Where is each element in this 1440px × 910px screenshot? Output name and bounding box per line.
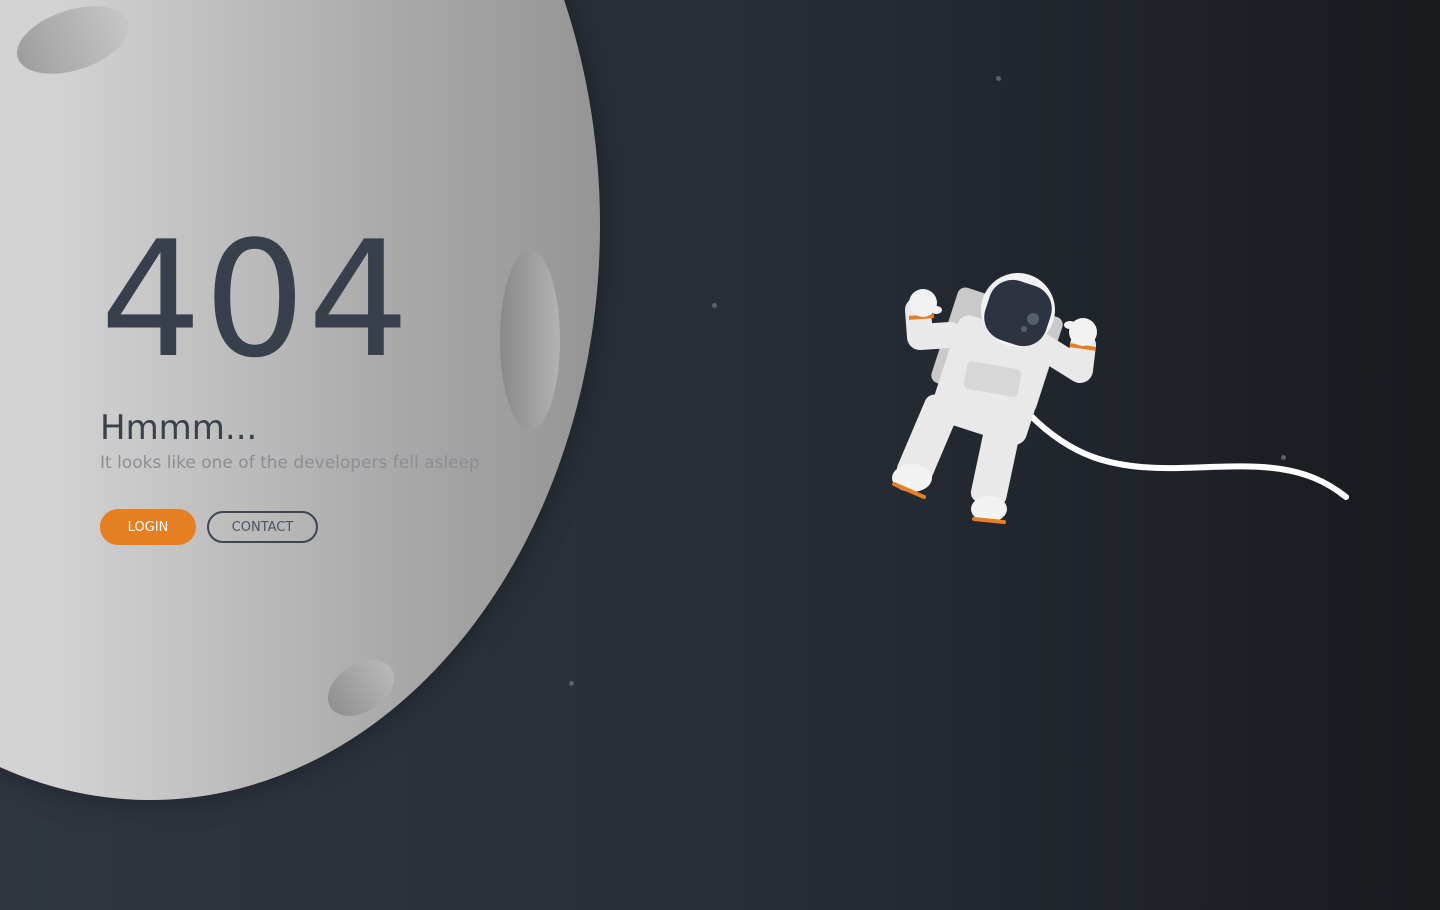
error-headline: Hmmm... [100,408,258,448]
star [712,303,717,308]
error-404-scene: 404 Hmmm... It looks like one of the dev… [0,0,1440,910]
astronaut-tether [1027,412,1349,500]
moon-crater [500,250,560,430]
contact-button[interactable]: CONTACT [207,511,318,543]
error-content: 404 Hmmm... It looks like one of the dev… [100,206,480,545]
star [996,76,1001,81]
error-code: 404 [100,206,412,393]
astronaut-illustration [892,273,1349,524]
error-message: It looks like one of the developers fell… [100,453,480,473]
login-button[interactable]: LOGIN [100,509,196,545]
star [569,681,574,686]
